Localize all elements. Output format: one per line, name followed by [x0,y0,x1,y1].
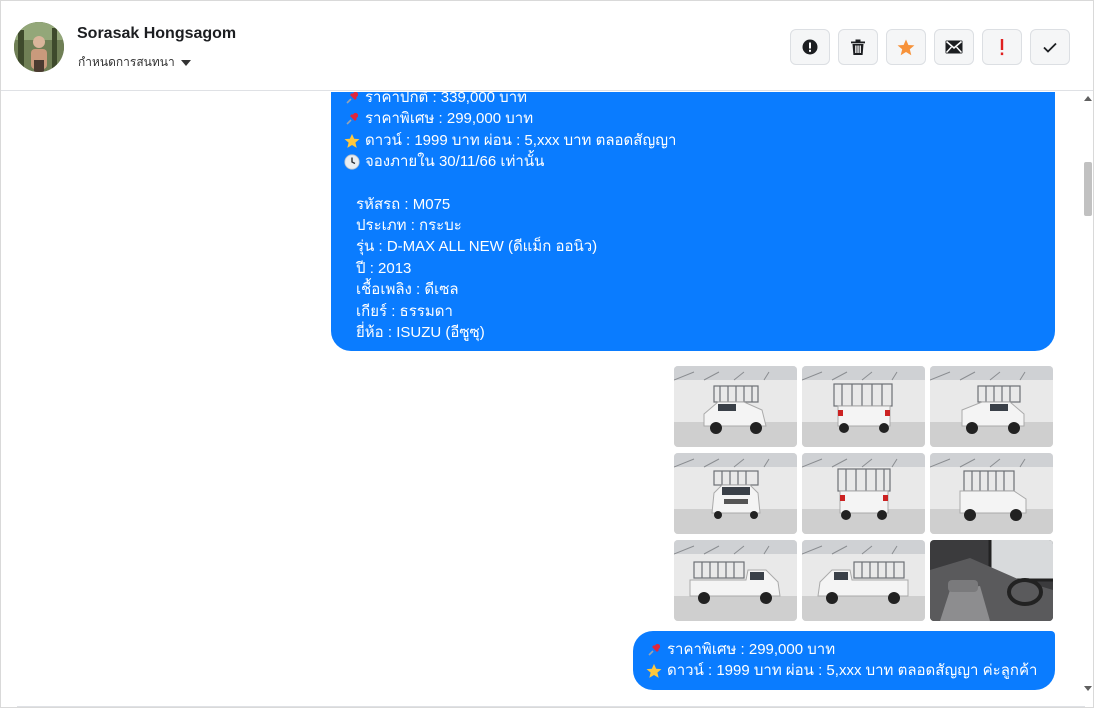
message-line: ราคาพิเศษ : 299,000 บาท [645,639,1043,660]
star-emoji-icon [645,662,663,680]
car-photo[interactable] [930,540,1053,621]
mark-done-button[interactable] [1030,29,1070,65]
car-gear-text: เกียร์ : ธรรมดา [356,302,453,320]
scroll-down-arrow-icon[interactable] [1084,686,1092,691]
star-button[interactable] [886,29,926,65]
delete-button[interactable] [838,29,878,65]
car-type-text: ประเภท : กระบะ [356,217,462,235]
price-normal-text: ราคาปกติ : 339,000 บาท [365,92,528,106]
contact-name: Sorasak Hongsagom [77,25,237,42]
down-payment-text: ดาวน์ : 1999 บาท ผ่อน : 5,xxx บาท ตลอดสั… [365,131,677,149]
message-line: ราคาพิเศษ : 299,000 บาท [343,108,1043,129]
message-line: ดาวน์ : 1999 บาท ผ่อน : 5,xxx บาท ตลอดสั… [343,130,1043,151]
pushpin-icon [645,641,663,659]
report-button[interactable] [790,29,830,65]
messenger-window: Sorasak Hongsagom กำหนดการสนทนา ราคาปกติ… [0,0,1094,708]
trash-icon [851,39,865,55]
message-bubble-price-summary: ราคาพิเศษ : 299,000 บาท ดาวน์ : 1999 บาท… [633,631,1055,690]
conversation-toolbar [790,29,1070,65]
star-icon [897,39,915,55]
pushpin-icon [343,92,361,107]
exclamation-icon [1000,39,1004,56]
envelope-icon [945,40,963,54]
message-thread[interactable]: ราคาปกติ : 339,000 บาท ราคาพิเศษ : 299,0… [1,92,1093,707]
conversation-settings-dropdown[interactable]: กำหนดการสนทนา [78,53,191,72]
message-line: ดาวน์ : 1999 บาท ผ่อน : 5,xxx บาท ตลอดสั… [645,660,1043,681]
conversation-settings-label: กำหนดการสนทนา [78,55,175,69]
car-model-text: รุ่น : D-MAX ALL NEW (ดีแม็ก ออนิว) [356,238,598,256]
car-year-text: ปี : 2013 [356,259,412,277]
car-brand-text: ยี่ห้อ : ISUZU (อีซูซุ) [356,324,485,342]
car-photo[interactable] [802,540,925,621]
message-line: จองภายใน 30/11/66 เท่านั้น [343,151,1043,172]
message-bubble-car-details: ราคาปกติ : 339,000 บาท ราคาพิเศษ : 299,0… [331,92,1055,351]
message-line: ราคาปกติ : 339,000 บาท [343,92,1043,108]
car-photo[interactable] [802,453,925,534]
important-button[interactable] [982,29,1022,65]
car-photo[interactable] [674,366,797,447]
price-special-text: ราคาพิเศษ : 299,000 บาท [365,110,534,128]
car-photo[interactable] [802,366,925,447]
checkmark-icon [1043,42,1057,53]
price-special-text: ราคาพิเศษ : 299,000 บาท [667,641,836,658]
deadline-text: จองภายใน 30/11/66 เท่านั้น [365,153,545,171]
caret-down-icon [180,59,191,66]
pushpin-icon [343,110,361,128]
star-emoji-icon [343,132,361,150]
car-photo[interactable] [674,540,797,621]
car-photo[interactable] [930,453,1053,534]
contact-avatar[interactable] [14,22,64,72]
alert-circle-icon [802,39,818,55]
car-photo[interactable] [674,453,797,534]
scrollbar-thumb[interactable] [1084,162,1092,216]
car-fuel-text: เชื้อเพลิง : ดีเซล [356,281,459,299]
clock-icon [343,153,361,171]
photo-gallery [674,366,1053,621]
car-photo[interactable] [930,366,1053,447]
car-code-text: รหัสรถ : M075 [356,195,451,213]
down-payment-text: ดาวน์ : 1999 บาท ผ่อน : 5,xxx บาท ตลอดสั… [667,662,1038,680]
scroll-up-arrow-icon[interactable] [1084,96,1092,101]
mark-unread-button[interactable] [934,29,974,65]
thread-scrollbar[interactable] [1083,92,1093,695]
conversation-header: Sorasak Hongsagom กำหนดการสนทนา [1,1,1093,91]
